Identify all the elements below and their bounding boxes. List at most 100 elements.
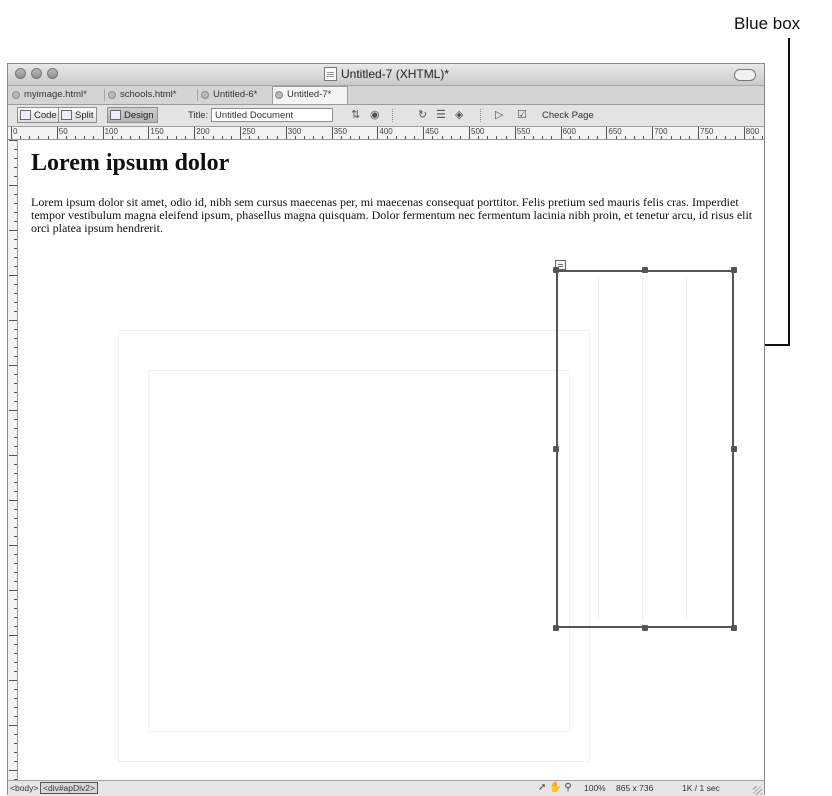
minimize-window-button[interactable]	[31, 68, 42, 79]
ruler-tick	[496, 136, 498, 139]
resize-grip-icon[interactable]	[753, 786, 762, 795]
split-icon	[61, 110, 72, 120]
ruler-tick	[14, 599, 17, 600]
tag-selector-div[interactable]: <div#apDiv2>	[40, 782, 98, 794]
ruler-label: 250	[242, 127, 256, 136]
check-page-icon[interactable]: ☑	[517, 109, 527, 121]
ruler-label: 600	[562, 127, 576, 136]
ruler-label: 300	[287, 127, 302, 136]
ruler-tick	[185, 136, 187, 139]
ruler-tick	[14, 626, 17, 627]
ruler-tick	[698, 127, 699, 139]
ruler-tick	[588, 136, 590, 139]
ruler-tick	[14, 176, 17, 177]
ruler-tick	[514, 127, 516, 139]
refresh-icon[interactable]: ↻	[418, 109, 427, 121]
toolbar-toggle-button[interactable]	[734, 69, 756, 81]
file-management-icon[interactable]: ⇅	[351, 109, 360, 121]
document-dot-icon	[108, 91, 116, 99]
ruler-tick	[93, 136, 95, 139]
ruler-tick	[606, 127, 608, 139]
ruler-tick	[14, 761, 17, 762]
ruler-tick	[14, 437, 17, 438]
ruler-tick	[14, 338, 17, 339]
tab-myimage[interactable]: myimage.html*	[10, 87, 102, 103]
page-paragraph[interactable]: Lorem ipsum dolor sit amet, odio id, nib…	[31, 196, 757, 235]
visual-aids-icon[interactable]: ◈	[455, 109, 463, 121]
zoom-level[interactable]: 100%	[584, 783, 606, 793]
ruler-tick	[404, 136, 406, 139]
close-window-button[interactable]	[15, 68, 26, 79]
ruler-tick	[533, 136, 535, 139]
resize-handle[interactable]	[731, 446, 737, 452]
ruler-label: 550	[516, 127, 531, 136]
ruler-tick	[139, 136, 141, 139]
ruler-tick	[294, 136, 296, 139]
ruler-tick	[707, 136, 709, 139]
ruler-tick	[9, 455, 17, 456]
document-title-field[interactable]: Untitled Document	[211, 108, 333, 122]
split-view-button[interactable]: Split	[58, 107, 98, 123]
zoom-window-button[interactable]	[47, 68, 58, 79]
ruler-tick	[14, 491, 17, 492]
callout-label: Blue box	[734, 14, 801, 33]
ruler-tick	[560, 127, 562, 139]
ruler-label: 450	[425, 127, 439, 136]
ruler-tick	[14, 302, 17, 303]
ruler-tick	[386, 136, 388, 139]
ruler-tick	[14, 419, 17, 420]
ruler-tick	[166, 136, 168, 139]
ruler-tick	[249, 136, 251, 139]
ruler-tick	[148, 127, 150, 139]
resize-handle[interactable]	[731, 267, 737, 273]
editor-window: Untitled-7 (XHTML)* myimage.html* school…	[7, 63, 765, 796]
ruler-tick	[14, 617, 17, 618]
status-bar: <body> <div#apDiv2> ➚ ✋ ⚲ 100% 865 x 736…	[8, 780, 764, 796]
ruler-tick	[14, 239, 17, 240]
code-view-button[interactable]: Code	[17, 107, 61, 123]
ruler-tick	[450, 136, 452, 139]
check-page-button[interactable]: Check Page	[542, 110, 594, 121]
ruler-tick	[523, 136, 525, 139]
validate-markup-icon[interactable]: ▷	[495, 109, 503, 121]
ruler-tick	[9, 500, 17, 501]
resize-handle[interactable]	[553, 625, 559, 631]
ap-div-box[interactable]	[556, 270, 734, 628]
ruler-tick	[14, 158, 17, 159]
select-hand-zoom-icons[interactable]: ➚ ✋ ⚲	[538, 782, 572, 793]
resize-handle[interactable]	[642, 625, 648, 631]
document-icon	[324, 67, 337, 81]
ruler-tick	[14, 248, 17, 249]
view-options-icon[interactable]: ☰	[436, 109, 446, 121]
ruler-tick	[762, 136, 764, 139]
ruler-tick	[9, 230, 17, 231]
tab-untitled-7[interactable]: Untitled-7*	[272, 86, 348, 104]
ruler-tick	[615, 136, 617, 139]
ruler-tick	[478, 136, 480, 139]
resize-handle[interactable]	[731, 625, 737, 631]
ruler-tick	[120, 136, 122, 139]
resize-handle[interactable]	[642, 267, 648, 273]
tab-schools[interactable]: schools.html*	[106, 87, 196, 103]
tab-untitled-6[interactable]: Untitled-6*	[199, 87, 271, 103]
ruler-tick	[11, 127, 12, 139]
ruler-tick	[14, 428, 17, 429]
resize-handle[interactable]	[553, 267, 559, 273]
ruler-tick	[725, 136, 727, 139]
ruler-tick	[459, 136, 461, 139]
ruler-tick	[14, 653, 17, 654]
design-view-button[interactable]: Design	[107, 107, 158, 123]
page-heading[interactable]: Lorem ipsum dolor	[31, 150, 229, 177]
ruler-tick	[212, 136, 214, 139]
preview-browser-icon[interactable]: ◉	[370, 109, 380, 121]
ruler-tick	[84, 136, 86, 139]
ruler-tick	[743, 127, 745, 139]
ruler-tick	[322, 136, 324, 139]
design-canvas[interactable]: Lorem ipsum dolor Lorem ipsum dolor sit …	[18, 140, 764, 780]
tag-selector-body[interactable]: <body>	[10, 783, 38, 793]
ruler-tick	[9, 725, 17, 726]
window-size[interactable]: 865 x 736	[616, 783, 653, 793]
resize-handle[interactable]	[553, 446, 559, 452]
ruler-tick	[469, 127, 470, 139]
faint-guide	[148, 370, 570, 732]
